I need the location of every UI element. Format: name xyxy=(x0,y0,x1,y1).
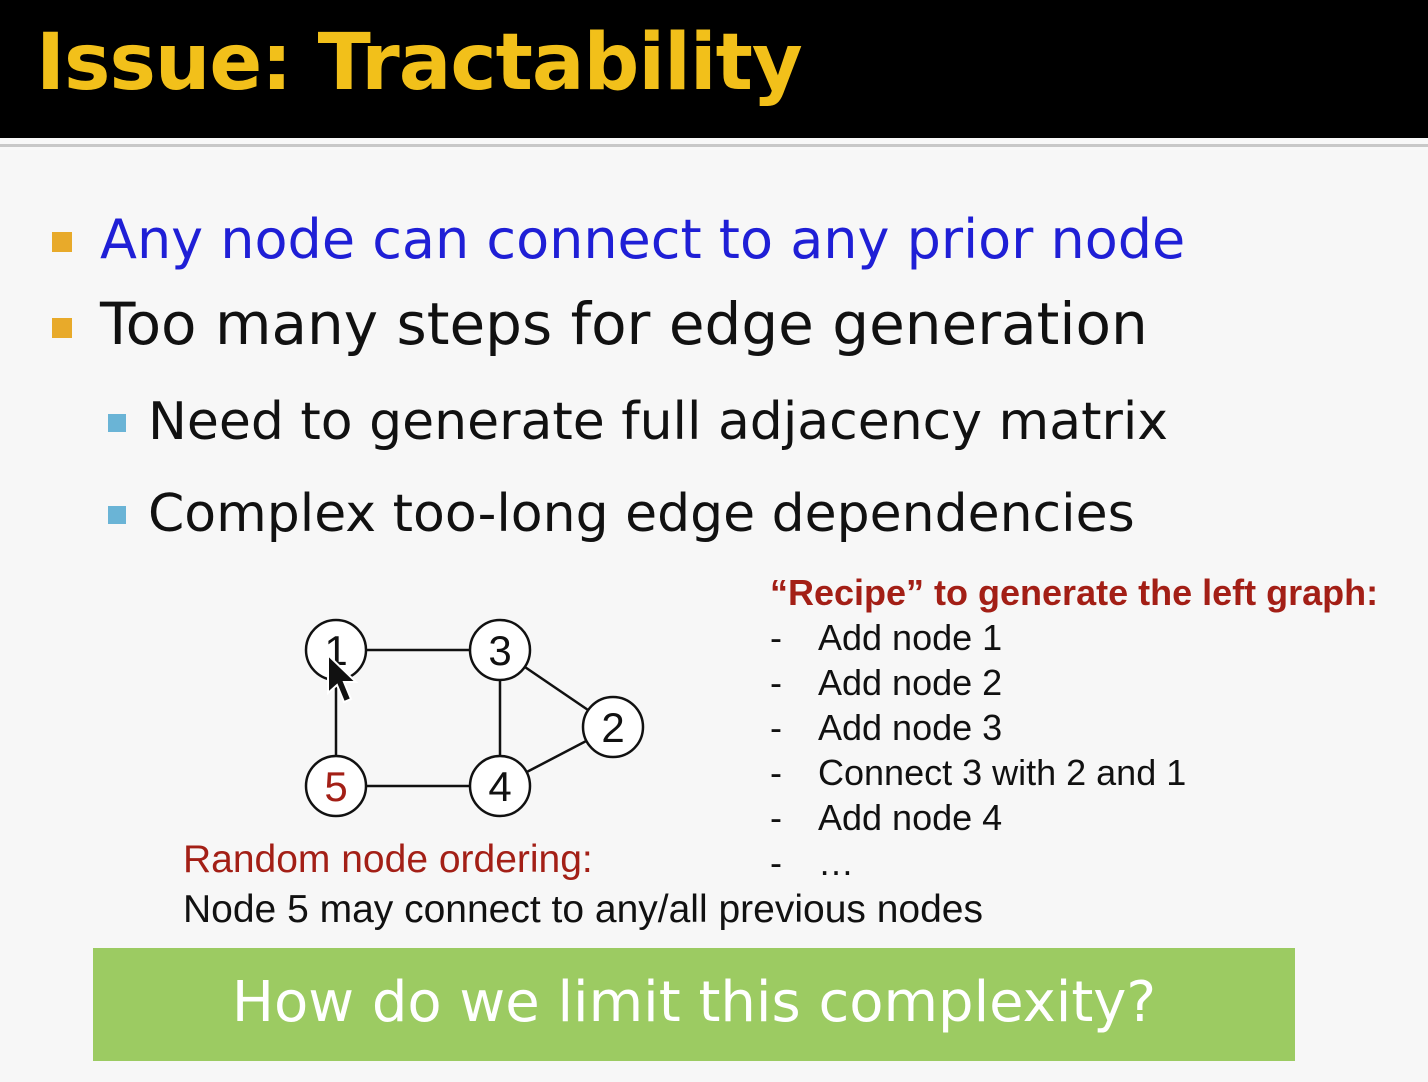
sub-bullet-text: Complex too-long edge dependencies xyxy=(148,484,1135,544)
step-dash: - xyxy=(770,752,782,793)
step-dash: - xyxy=(770,842,782,883)
bullet-text: Any node can connect to any prior node xyxy=(100,208,1186,271)
bullet-square-icon xyxy=(52,232,72,252)
step-text: Add node 2 xyxy=(818,662,1003,703)
step-dash: - xyxy=(770,797,782,838)
node-label: 3 xyxy=(488,627,511,674)
ordering-title: Random node ordering: xyxy=(183,838,593,881)
title-bar: Issue: Tractability xyxy=(0,0,1428,138)
graph-node-4: 4 xyxy=(468,754,532,818)
ordering-text: Node 5 may connect to any/all previous n… xyxy=(183,888,983,931)
question-banner: How do we limit this complexity? xyxy=(93,948,1295,1061)
question-text: How do we limit this complexity? xyxy=(231,970,1157,1035)
node-label: 4 xyxy=(488,763,511,810)
recipe-title: “Recipe” to generate the left graph: xyxy=(770,572,1379,613)
example-graph: 1 3 2 5 4 xyxy=(304,618,645,818)
step-dash: - xyxy=(770,617,782,658)
sub-bullet-square-icon xyxy=(108,506,126,524)
slide-title: Issue: Tractability xyxy=(36,18,803,108)
bullet-square-icon xyxy=(52,318,72,338)
bullet-text: Too many steps for edge generation xyxy=(100,290,1148,358)
sub-bullet-text: Need to generate full adjacency matrix xyxy=(148,392,1169,452)
step-dash: - xyxy=(770,662,782,703)
step-text: Connect 3 with 2 and 1 xyxy=(818,752,1187,793)
step-text: Add node 3 xyxy=(818,707,1003,748)
step-dash: - xyxy=(770,707,782,748)
step-text: Add node 4 xyxy=(818,797,1003,838)
title-divider xyxy=(0,144,1428,147)
graph-node-2: 2 xyxy=(581,695,645,759)
step-text: … xyxy=(818,842,854,883)
node-label: 2 xyxy=(601,704,624,751)
graph-node-3: 3 xyxy=(468,618,532,682)
step-text: Add node 1 xyxy=(818,617,1003,658)
graph-node-5: 5 xyxy=(304,754,368,818)
node-label: 5 xyxy=(324,763,347,810)
sub-bullet-square-icon xyxy=(108,414,126,432)
